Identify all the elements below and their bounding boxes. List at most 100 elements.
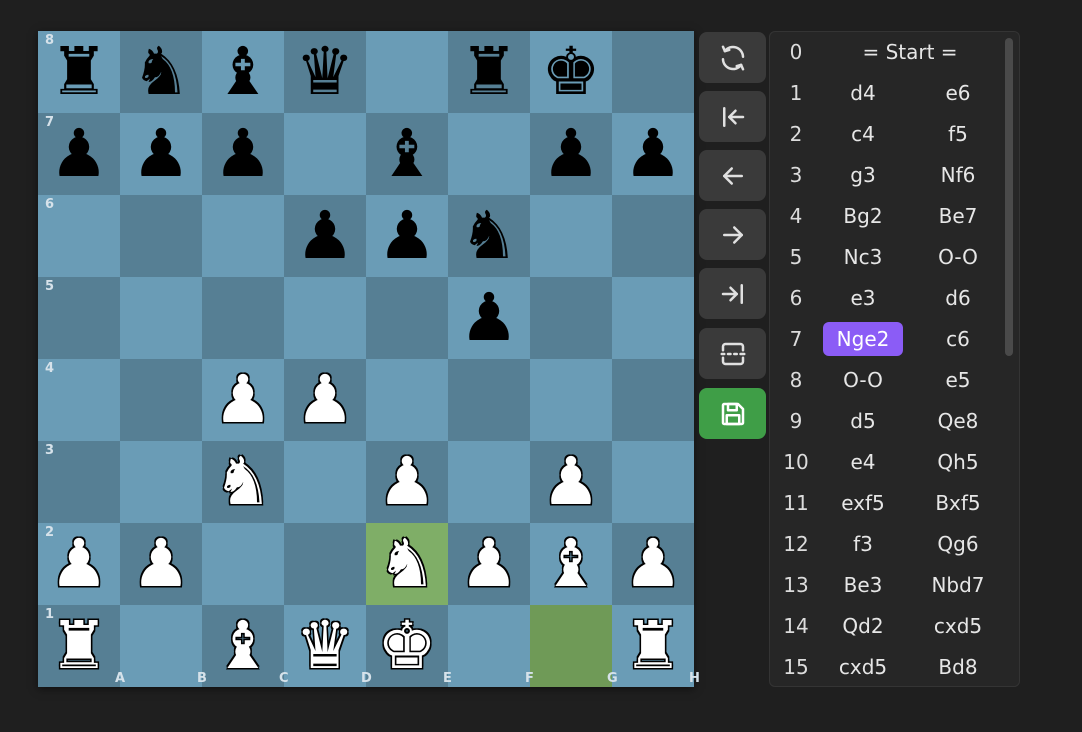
square-c2[interactable]	[202, 523, 284, 605]
black-knight-piece[interactable]: ♞	[448, 195, 530, 277]
white-pawn-piece[interactable]: ♟	[120, 523, 202, 605]
square-d3[interactable]	[284, 441, 366, 523]
move-row[interactable]: 3 g3 Nf6	[770, 155, 1006, 196]
square-f1[interactable]	[448, 605, 530, 687]
move-row[interactable]: 9 d5 Qe8	[770, 401, 1006, 442]
move-row[interactable]: 14 Qd2 cxd5	[770, 606, 1006, 647]
black-pawn-piece[interactable]: ♟	[120, 113, 202, 195]
white-move[interactable]: Nge2	[820, 319, 906, 360]
prev-move-button[interactable]	[699, 150, 766, 201]
first-move-button[interactable]	[699, 91, 766, 142]
move-row-start[interactable]: 0 = Start =	[770, 32, 1006, 73]
selected-move[interactable]: Nge2	[822, 322, 904, 356]
black-move[interactable]: Qg6	[912, 524, 1004, 565]
square-b1[interactable]	[120, 605, 202, 687]
square-h5[interactable]	[612, 277, 694, 359]
square-g5[interactable]	[530, 277, 612, 359]
white-king-piece[interactable]: ♚	[366, 605, 448, 687]
split-view-button[interactable]	[699, 328, 766, 379]
square-c6[interactable]	[202, 195, 284, 277]
move-row[interactable]: 10 e4 Qh5	[770, 442, 1006, 483]
square-e8[interactable]	[366, 31, 448, 113]
square-b3[interactable]	[120, 441, 202, 523]
black-bishop-piece[interactable]: ♝	[202, 31, 284, 113]
move-row[interactable]: 1 d4 e6	[770, 73, 1006, 114]
black-pawn-piece[interactable]: ♟	[530, 113, 612, 195]
square-b4[interactable]	[120, 359, 202, 441]
move-row[interactable]: 12 f3 Qg6	[770, 524, 1006, 565]
black-move[interactable]: Be7	[912, 196, 1004, 237]
black-move[interactable]: O-O	[912, 237, 1004, 278]
square-e5[interactable]	[366, 277, 448, 359]
square-b5[interactable]	[120, 277, 202, 359]
square-h6[interactable]	[612, 195, 694, 277]
white-move[interactable]: e3	[820, 278, 906, 319]
square-g6[interactable]	[530, 195, 612, 277]
black-move[interactable]: Nf6	[912, 155, 1004, 196]
white-move[interactable]: cxd5	[820, 647, 906, 686]
square-c5[interactable]	[202, 277, 284, 359]
black-move[interactable]: d6	[912, 278, 1004, 319]
white-move[interactable]: c4	[820, 114, 906, 155]
square-f7[interactable]	[448, 113, 530, 195]
move-list[interactable]: 0 = Start = 1 d4 e6 2 c4 f5 3 g3 Nf6 4 Bg2 Be7 5 Nc3 O…	[769, 31, 1020, 687]
white-move[interactable]: d5	[820, 401, 906, 442]
white-bishop-piece[interactable]: ♝	[202, 605, 284, 687]
square-b6[interactable]	[120, 195, 202, 277]
move-row[interactable]: 5 Nc3 O-O	[770, 237, 1006, 278]
move-row[interactable]: 7 Nge2 c6	[770, 319, 1006, 360]
black-move[interactable]: e5	[912, 360, 1004, 401]
black-move[interactable]: Nbd7	[912, 565, 1004, 606]
black-move[interactable]: cxd5	[912, 606, 1004, 647]
white-bishop-piece[interactable]: ♝	[530, 523, 612, 605]
save-button[interactable]	[699, 388, 766, 439]
move-row[interactable]: 8 O-O e5	[770, 360, 1006, 401]
move-row[interactable]: 11 exf5 Bxf5	[770, 483, 1006, 524]
square-d5[interactable]	[284, 277, 366, 359]
square-d2[interactable]	[284, 523, 366, 605]
black-move[interactable]: e6	[912, 73, 1004, 114]
black-pawn-piece[interactable]: ♟	[366, 195, 448, 277]
square-e4[interactable]	[366, 359, 448, 441]
white-pawn-piece[interactable]: ♟	[284, 359, 366, 441]
black-queen-piece[interactable]: ♛	[284, 31, 366, 113]
black-pawn-piece[interactable]: ♟	[284, 195, 366, 277]
white-move[interactable]: Qd2	[820, 606, 906, 647]
white-move[interactable]: d4	[820, 73, 906, 114]
chess-board[interactable]: ♜ ♞ ♝ ♛ ♜ ♚ ♟ ♟ ♟ ♝ ♟ ♟ ♟ ♟ ♞ ♟ ♟ ♟ ♞ ♟ ♟ ♟ ♟ ♞ ♟ ♝ ♟ ♜ ♝ ♛ ♚ ♜ 8 7 6 5 4 3 2 1…	[38, 31, 700, 687]
square-f4[interactable]	[448, 359, 530, 441]
black-move[interactable]: c6	[912, 319, 1004, 360]
white-pawn-piece[interactable]: ♟	[612, 523, 694, 605]
square-d7[interactable]	[284, 113, 366, 195]
square-h8[interactable]	[612, 31, 694, 113]
white-knight-piece[interactable]: ♞	[366, 523, 448, 605]
black-move[interactable]: f5	[912, 114, 1004, 155]
white-queen-piece[interactable]: ♛	[284, 605, 366, 687]
white-move[interactable]: Bg2	[820, 196, 906, 237]
white-move[interactable]: Nc3	[820, 237, 906, 278]
white-move[interactable]: exf5	[820, 483, 906, 524]
white-knight-piece[interactable]: ♞	[202, 441, 284, 523]
black-bishop-piece[interactable]: ♝	[366, 113, 448, 195]
square-h3[interactable]	[612, 441, 694, 523]
white-pawn-piece[interactable]: ♟	[366, 441, 448, 523]
move-list-scrollbar[interactable]	[1005, 38, 1013, 356]
white-pawn-piece[interactable]: ♟	[530, 441, 612, 523]
black-move[interactable]: Qh5	[912, 442, 1004, 483]
white-move[interactable]: f3	[820, 524, 906, 565]
square-f3[interactable]	[448, 441, 530, 523]
flip-board-button[interactable]	[699, 32, 766, 83]
move-row[interactable]: 2 c4 f5	[770, 114, 1006, 155]
black-move[interactable]: Bd8	[912, 647, 1004, 686]
white-move[interactable]: Be3	[820, 565, 906, 606]
white-move[interactable]: g3	[820, 155, 906, 196]
black-pawn-piece[interactable]: ♟	[448, 277, 530, 359]
white-rook-piece[interactable]: ♜	[612, 605, 694, 687]
move-row[interactable]: 4 Bg2 Be7	[770, 196, 1006, 237]
next-move-button[interactable]	[699, 209, 766, 260]
black-move[interactable]: Bxf5	[912, 483, 1004, 524]
black-knight-piece[interactable]: ♞	[120, 31, 202, 113]
start-position-item[interactable]: = Start =	[820, 32, 1000, 73]
white-pawn-piece[interactable]: ♟	[202, 359, 284, 441]
white-move[interactable]: e4	[820, 442, 906, 483]
